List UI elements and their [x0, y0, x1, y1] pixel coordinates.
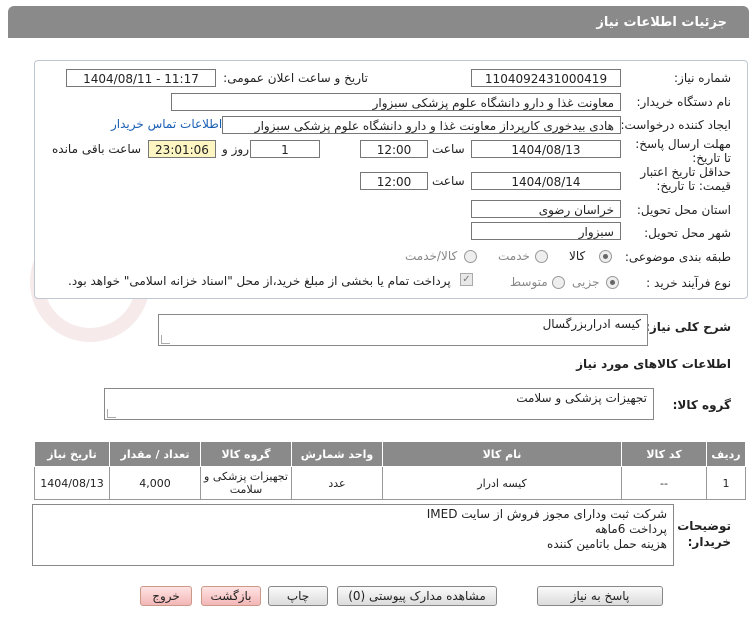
col-group: گروه کالا: [200, 441, 292, 467]
buyer-contact-link[interactable]: اطلاعات تماس خریدار: [111, 117, 222, 131]
province-label: استان محل تحویل:: [636, 203, 731, 217]
goods-section-title: اطلاعات کالاهای مورد نیاز: [576, 357, 731, 371]
purchase-radio-minor[interactable]: [606, 276, 619, 289]
col-name: نام کالا: [382, 441, 622, 467]
resize-handle-icon[interactable]: [107, 409, 116, 418]
category-radio-goods[interactable]: [599, 250, 612, 263]
requester-field[interactable]: هادی بیدخوری کارپرداز معاونت غذا و دارو …: [222, 116, 621, 134]
buyer-notes-field[interactable]: شرکت ثبت ودارای مجوز فروش از سایت IMED پ…: [32, 504, 674, 566]
reply-time-label: ساعت: [432, 142, 465, 156]
remaining-time-field: 23:01:06: [148, 140, 216, 158]
category-radio-goods-service[interactable]: [464, 250, 477, 263]
cell-group: تجهیزات پزشکی و سلامت: [200, 466, 292, 500]
buyer-note-line: هزینه حمل باتامین کننده: [547, 537, 667, 551]
category-option-goods-service: کالا/خدمت: [405, 249, 458, 263]
purchase-radio-medium[interactable]: [552, 276, 565, 289]
buyer-note-line: شرکت ثبت ودارای مجوز فروش از سایت IMED: [426, 507, 667, 521]
validity-label: حداقل تاریخ اعتبار قیمت: تا تاریخ:: [640, 165, 731, 193]
city-field[interactable]: سبزوار: [471, 222, 621, 240]
treasury-note: پرداخت تمام یا بخشی از مبلغ خرید،از محل …: [68, 274, 451, 288]
description-field[interactable]: کیسه ادراربزرگسال: [158, 314, 648, 346]
announce-label: تاریخ و ساعت اعلان عمومی:: [223, 71, 368, 85]
buyer-note-line: پرداخت 6ماهه: [594, 522, 667, 536]
col-date: تاریخ نیاز: [34, 441, 110, 467]
requester-label: ایجاد کننده درخواست:: [620, 118, 731, 132]
reply-time-field[interactable]: 12:00: [360, 140, 428, 158]
cell-row: 1: [706, 466, 746, 500]
city-label: شهر محل تحویل:: [644, 226, 731, 240]
reply-deadline-label: مهلت ارسال پاسخ: تا تاریخ:: [635, 137, 731, 165]
reply-button[interactable]: پاسخ به نیاز: [537, 586, 663, 606]
remaining-time-label: ساعت باقی مانده: [52, 142, 142, 156]
cell-unit: عدد: [291, 466, 383, 500]
purchase-option-minor: جزیی: [572, 275, 600, 289]
purchase-option-medium: متوسط: [510, 275, 548, 289]
goods-group-field[interactable]: تجهیزات پزشکی و سلامت: [104, 388, 654, 420]
validity-date-field[interactable]: 1404/08/14: [471, 172, 621, 190]
cell-name: کیسه ادرار: [382, 466, 622, 500]
goods-group-text: تجهیزات پزشکی و سلامت: [516, 391, 647, 405]
col-row: ردیف: [706, 441, 746, 467]
col-qty: تعداد / مقدار: [109, 441, 201, 467]
back-button[interactable]: بازگشت: [201, 586, 261, 606]
col-code: کد کالا: [621, 441, 707, 467]
days-field[interactable]: 1: [250, 140, 320, 158]
description-text: کیسه ادراربزرگسال: [542, 317, 641, 331]
description-label: شرح کلی نیاز:: [645, 320, 731, 334]
col-unit: واحد شمارش: [291, 441, 383, 467]
treasury-checkbox[interactable]: ✓: [460, 273, 473, 286]
category-radio-service[interactable]: [535, 250, 548, 263]
cell-date: 1404/08/13: [34, 466, 110, 500]
need-number-field[interactable]: 1104092431000419: [471, 69, 621, 87]
buyer-notes-label: توضیحات خریدار:: [677, 519, 731, 549]
page-header: جزئیات اطلاعات نیاز: [8, 6, 749, 38]
table-header-row: ردیف کد کالا نام کالا واحد شمارش گروه کا…: [34, 441, 746, 467]
attachments-button[interactable]: مشاهده مدارک پیوستی (0): [337, 586, 497, 606]
cell-qty: 4,000: [109, 466, 201, 500]
buyer-org-field[interactable]: معاونت غذا و دارو دانشگاه علوم پزشکی سبز…: [171, 93, 621, 111]
buyer-org-label: نام دستگاه خریدار:: [636, 95, 732, 109]
category-option-goods: کالا: [569, 249, 586, 263]
resize-handle-icon[interactable]: [161, 335, 170, 344]
exit-button[interactable]: خروج: [140, 586, 192, 606]
days-label: روز و: [222, 142, 249, 156]
validity-time-field[interactable]: 12:00: [360, 172, 428, 190]
page-title: جزئیات اطلاعات نیاز: [596, 14, 727, 30]
announce-field[interactable]: 1404/08/11 - 11:17: [66, 69, 216, 87]
goods-group-label: گروه کالا:: [672, 398, 731, 412]
category-option-service: خدمت: [498, 249, 530, 263]
category-label: طبقه بندی موضوعی:: [624, 250, 731, 264]
validity-time-label: ساعت: [432, 174, 465, 188]
items-table: ردیف کد کالا نام کالا واحد شمارش گروه کا…: [34, 441, 746, 500]
reply-date-field[interactable]: 1404/08/13: [471, 140, 621, 158]
province-field[interactable]: خراسان رضوی: [471, 200, 621, 218]
need-number-label: شماره نیاز:: [674, 71, 731, 85]
print-button[interactable]: چاپ: [268, 586, 328, 606]
cell-code: --: [621, 466, 707, 500]
purchase-type-label: نوع فرآیند خرید :: [646, 276, 731, 290]
table-row[interactable]: 1 -- کیسه ادرار عدد تجهیزات پزشکی و سلام…: [34, 466, 746, 500]
